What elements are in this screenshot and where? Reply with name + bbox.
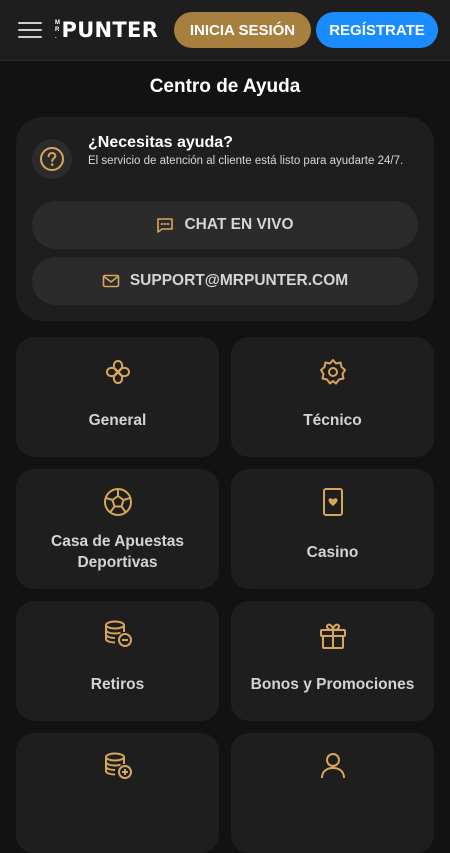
- category-tile-casino[interactable]: Casino: [231, 469, 434, 589]
- live-chat-button[interactable]: CHAT EN VIVO: [32, 201, 418, 249]
- chat-bubble-icon: [156, 216, 174, 234]
- email-support-button[interactable]: SUPPORT@MRPUNTER.COM: [32, 257, 418, 305]
- category-tile-deposits[interactable]: [16, 733, 219, 853]
- category-label: Casino: [306, 544, 359, 561]
- soccer-ball-icon: [16, 486, 219, 518]
- category-tile-account[interactable]: [231, 733, 434, 853]
- login-button[interactable]: INICIA SESIÓN: [174, 12, 311, 48]
- register-button[interactable]: REGÍSTRATE: [316, 12, 438, 48]
- help-heading: ¿Necesitas ayuda?: [88, 134, 233, 151]
- category-label: Técnico: [303, 412, 362, 429]
- page-title: Centro de Ayuda: [149, 76, 301, 97]
- envelope-icon: [102, 273, 120, 289]
- user-icon: [231, 750, 434, 782]
- category-label: General: [88, 412, 147, 429]
- category-label: Retiros: [90, 676, 145, 693]
- menu-icon[interactable]: [18, 20, 42, 40]
- email-support-label: SUPPORT@MRPUNTER.COM: [129, 272, 349, 289]
- logo-prefix: MR.: [55, 19, 61, 40]
- category-label: Bonos y Promociones: [250, 676, 415, 693]
- help-description: El servicio de atención al cliente está …: [88, 155, 404, 167]
- coins-minus-icon: [16, 618, 219, 650]
- question-icon: [32, 139, 72, 179]
- category-tile-sportsbook[interactable]: Casa de Apuestas Deportivas: [16, 469, 219, 589]
- playing-card-icon: [231, 486, 434, 518]
- clover-icon: [16, 356, 219, 388]
- logo-text: PUNTER: [61, 18, 159, 42]
- help-card: ¿Necesitas ayuda? El servicio de atenció…: [16, 117, 434, 321]
- category-tile-bonuses[interactable]: Bonos y Promociones: [231, 601, 434, 721]
- gift-icon: [231, 620, 434, 652]
- category-label: Casa de Apuestas Deportivas: [51, 533, 184, 571]
- top-bar: MR. PUNTER INICIA SESIÓN REGÍSTRATE: [0, 0, 450, 61]
- live-chat-label: CHAT EN VIVO: [184, 216, 294, 233]
- logo[interactable]: MR. PUNTER: [55, 17, 158, 43]
- coins-plus-icon: [16, 750, 219, 782]
- category-tile-technical[interactable]: Técnico: [231, 337, 434, 457]
- category-tile-withdrawals[interactable]: Retiros: [16, 601, 219, 721]
- gear-icon: [231, 356, 434, 388]
- category-tile-general[interactable]: General: [16, 337, 219, 457]
